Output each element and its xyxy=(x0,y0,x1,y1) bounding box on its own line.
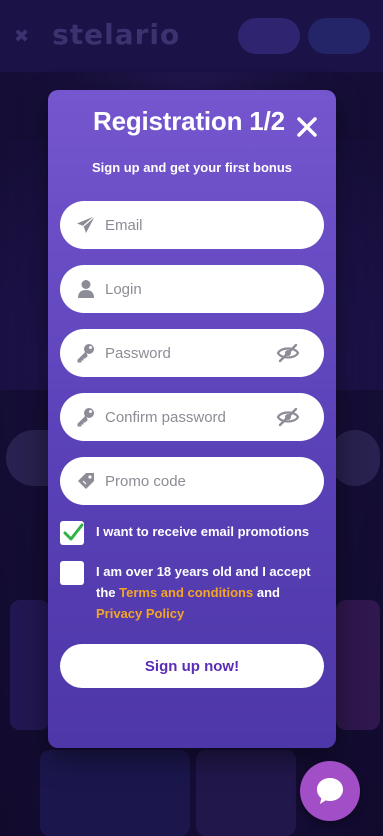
close-icon xyxy=(297,117,317,137)
age-terms-checkbox[interactable] xyxy=(60,561,84,585)
privacy-policy-link[interactable]: Privacy Policy xyxy=(96,606,184,621)
email-promotions-checkbox[interactable] xyxy=(60,521,84,545)
modal-title: Registration 1/2 xyxy=(93,106,285,136)
login-field xyxy=(60,265,324,313)
user-icon xyxy=(78,280,94,298)
email-promotions-label: I want to receive email promotions xyxy=(96,524,310,539)
paper-plane-icon xyxy=(77,215,96,233)
key-icon xyxy=(77,408,94,427)
eye-slash-icon[interactable] xyxy=(276,406,300,428)
age-terms-label: I am over 18 years old and I accept the … xyxy=(96,561,328,624)
chat-bubble-icon xyxy=(317,778,343,804)
terms-link[interactable]: Terms and conditions xyxy=(119,585,253,600)
tag-icon xyxy=(78,473,94,489)
checkmark-icon xyxy=(63,523,84,541)
promo-code-field xyxy=(60,457,324,505)
registration-modal: Registration 1/2 Sign up and get your fi… xyxy=(48,90,336,748)
promo-code-input[interactable] xyxy=(105,457,275,505)
close-button[interactable] xyxy=(296,116,318,138)
modal-subtitle: Sign up and get your first bonus xyxy=(91,160,293,175)
age-terms-and: and xyxy=(253,585,280,600)
email-input[interactable] xyxy=(105,201,275,249)
confirm-password-input[interactable] xyxy=(105,393,275,441)
key-icon xyxy=(77,344,94,363)
email-field xyxy=(60,201,324,249)
password-input[interactable] xyxy=(105,329,275,377)
login-input[interactable] xyxy=(105,265,275,313)
confirm-password-field xyxy=(60,393,324,441)
chat-button[interactable] xyxy=(300,761,360,821)
sign-up-button[interactable]: Sign up now! xyxy=(60,644,324,688)
eye-slash-icon[interactable] xyxy=(276,342,300,364)
password-field xyxy=(60,329,324,377)
